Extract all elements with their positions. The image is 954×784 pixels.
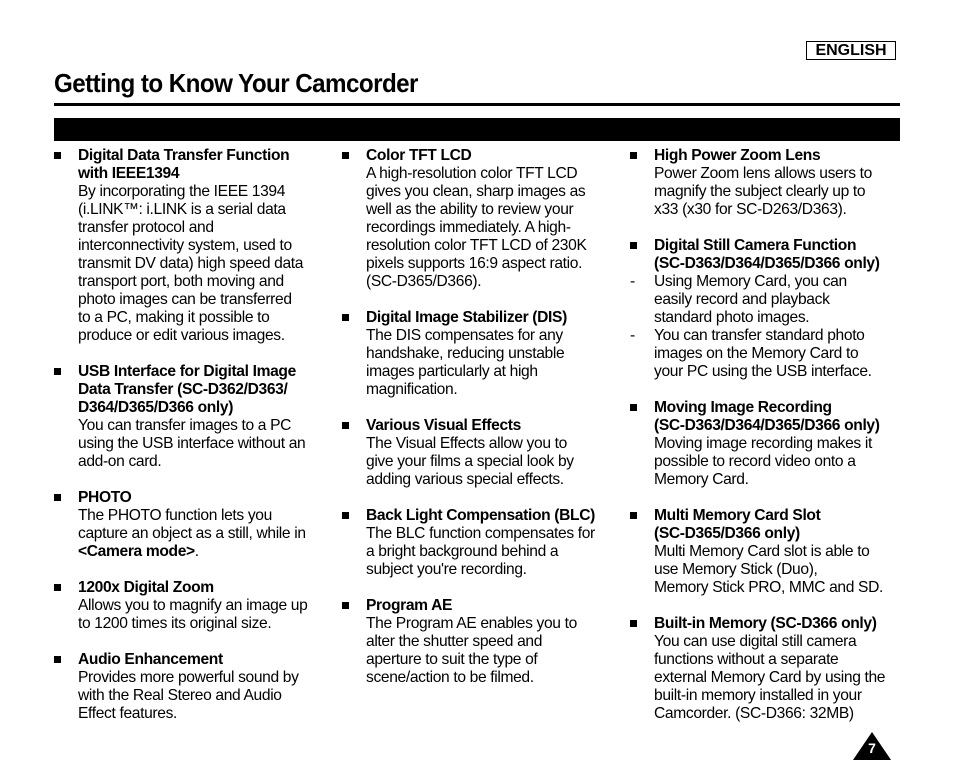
feature-description: Power Zoom lens allows users to magnify …: [654, 165, 872, 218]
language-badge: ENGLISH: [806, 41, 896, 60]
feature-heading: Built-in Memory (SC-D366 only): [654, 615, 877, 632]
feature-heading: Moving Image Recording (SC-D363/D364/D36…: [654, 399, 880, 434]
feature-description: You can transfer images to a PC using th…: [78, 417, 306, 470]
dash-list-item: - You can transfer standard photo images…: [630, 327, 905, 381]
feature-description: You can use digital still camera functio…: [654, 633, 886, 722]
feature-description: The Program AE enables you to alter the …: [366, 615, 577, 686]
square-bullet-icon: [342, 422, 349, 429]
dash-list-item: - Using Memory Card, you can easily reco…: [630, 273, 905, 327]
feature-item: Audio Enhancement Provides more powerful…: [54, 651, 334, 723]
camera-mode-label: <Camera mode>: [78, 543, 195, 560]
square-bullet-icon: [630, 512, 637, 519]
square-bullet-icon: [342, 314, 349, 321]
square-bullet-icon: [630, 152, 637, 159]
feature-item: PHOTO The PHOTO function lets you captur…: [54, 489, 334, 561]
feature-heading: 1200x Digital Zoom: [78, 579, 214, 596]
feature-description: A high-resolution color TFT LCD gives yo…: [366, 165, 587, 290]
feature-description-tail: .: [194, 543, 199, 560]
feature-heading: Multi Memory Card Slot (SC-D365/D366 onl…: [654, 507, 821, 542]
feature-description: The PHOTO function lets you capture an o…: [78, 507, 334, 561]
square-bullet-icon: [342, 512, 349, 519]
feature-description: You can transfer standard photo images o…: [654, 327, 872, 380]
feature-item: 1200x Digital Zoom Allows you to magnify…: [54, 579, 334, 633]
dash-bullet-icon: -: [630, 273, 636, 290]
feature-description: Provides more powerful sound by with the…: [78, 669, 299, 722]
feature-heading: Digital Still Camera Function (SC-D363/D…: [654, 237, 880, 272]
page-title: Getting to Know Your Camcorder: [54, 68, 418, 98]
square-bullet-icon: [630, 404, 637, 411]
feature-item: Built-in Memory (SC-D366 only) You can u…: [630, 615, 905, 723]
feature-description: Allows you to magnify an image up to 120…: [78, 597, 308, 632]
feature-heading: Program AE: [366, 597, 453, 614]
feature-column-1: Digital Data Transfer Function with IEEE…: [54, 147, 334, 741]
feature-item: Program AE The Program AE enables you to…: [342, 597, 622, 687]
square-bullet-icon: [54, 368, 61, 375]
feature-heading: Back Light Compensation (BLC): [366, 507, 595, 524]
feature-description: By incorporating the IEEE 1394 (i.LINK™:…: [78, 183, 304, 344]
square-bullet-icon: [54, 584, 61, 591]
feature-item: High Power Zoom Lens Power Zoom lens all…: [630, 147, 905, 219]
page-number-badge: 7: [853, 732, 891, 760]
feature-description: Moving image recording makes it possible…: [654, 435, 872, 488]
feature-item: Back Light Compensation (BLC) The BLC fu…: [342, 507, 622, 579]
feature-item: Multi Memory Card Slot (SC-D365/D366 onl…: [630, 507, 905, 597]
feature-item: USB Interface for Digital Image Data Tra…: [54, 363, 334, 471]
square-bullet-icon: [342, 152, 349, 159]
dash-bullet-icon: -: [630, 327, 636, 344]
feature-heading: Color TFT LCD: [366, 147, 472, 164]
feature-heading: USB Interface for Digital Image Data Tra…: [78, 363, 296, 416]
feature-item: Digital Image Stabilizer (DIS) The DIS c…: [342, 309, 622, 399]
feature-description: Multi Memory Card slot is able to use Me…: [654, 543, 883, 596]
feature-description: The DIS compensates for any handshake, r…: [366, 327, 565, 398]
feature-item: Moving Image Recording (SC-D363/D364/D36…: [630, 399, 905, 489]
feature-heading: High Power Zoom Lens: [654, 147, 821, 164]
feature-heading: PHOTO: [78, 489, 132, 506]
feature-heading: Digital Data Transfer Function with IEEE…: [78, 147, 290, 182]
page-number: 7: [868, 740, 876, 756]
feature-item: Various Visual Effects The Visual Effect…: [342, 417, 622, 489]
feature-description: The Visual Effects allow you to give you…: [366, 435, 574, 488]
feature-description: Using Memory Card, you can easily record…: [654, 273, 847, 326]
square-bullet-icon: [54, 152, 61, 159]
square-bullet-icon: [630, 242, 637, 249]
feature-description: The BLC function compensates for a brigh…: [366, 525, 595, 578]
square-bullet-icon: [630, 620, 637, 627]
title-divider: [54, 103, 900, 106]
feature-item: Color TFT LCD A high-resolution color TF…: [342, 147, 622, 291]
feature-column-3: High Power Zoom Lens Power Zoom lens all…: [630, 147, 905, 741]
feature-heading: Digital Image Stabilizer (DIS): [366, 309, 567, 326]
square-bullet-icon: [54, 494, 61, 501]
feature-column-2: Color TFT LCD A high-resolution color TF…: [342, 147, 622, 705]
feature-description-text: The PHOTO function lets you capture an o…: [78, 507, 306, 542]
feature-heading: Various Visual Effects: [366, 417, 521, 434]
feature-heading: Audio Enhancement: [78, 651, 223, 668]
section-header-bar: [54, 118, 900, 141]
square-bullet-icon: [342, 602, 349, 609]
feature-item: Digital Still Camera Function (SC-D363/D…: [630, 237, 905, 381]
feature-item: Digital Data Transfer Function with IEEE…: [54, 147, 334, 345]
square-bullet-icon: [54, 656, 61, 663]
